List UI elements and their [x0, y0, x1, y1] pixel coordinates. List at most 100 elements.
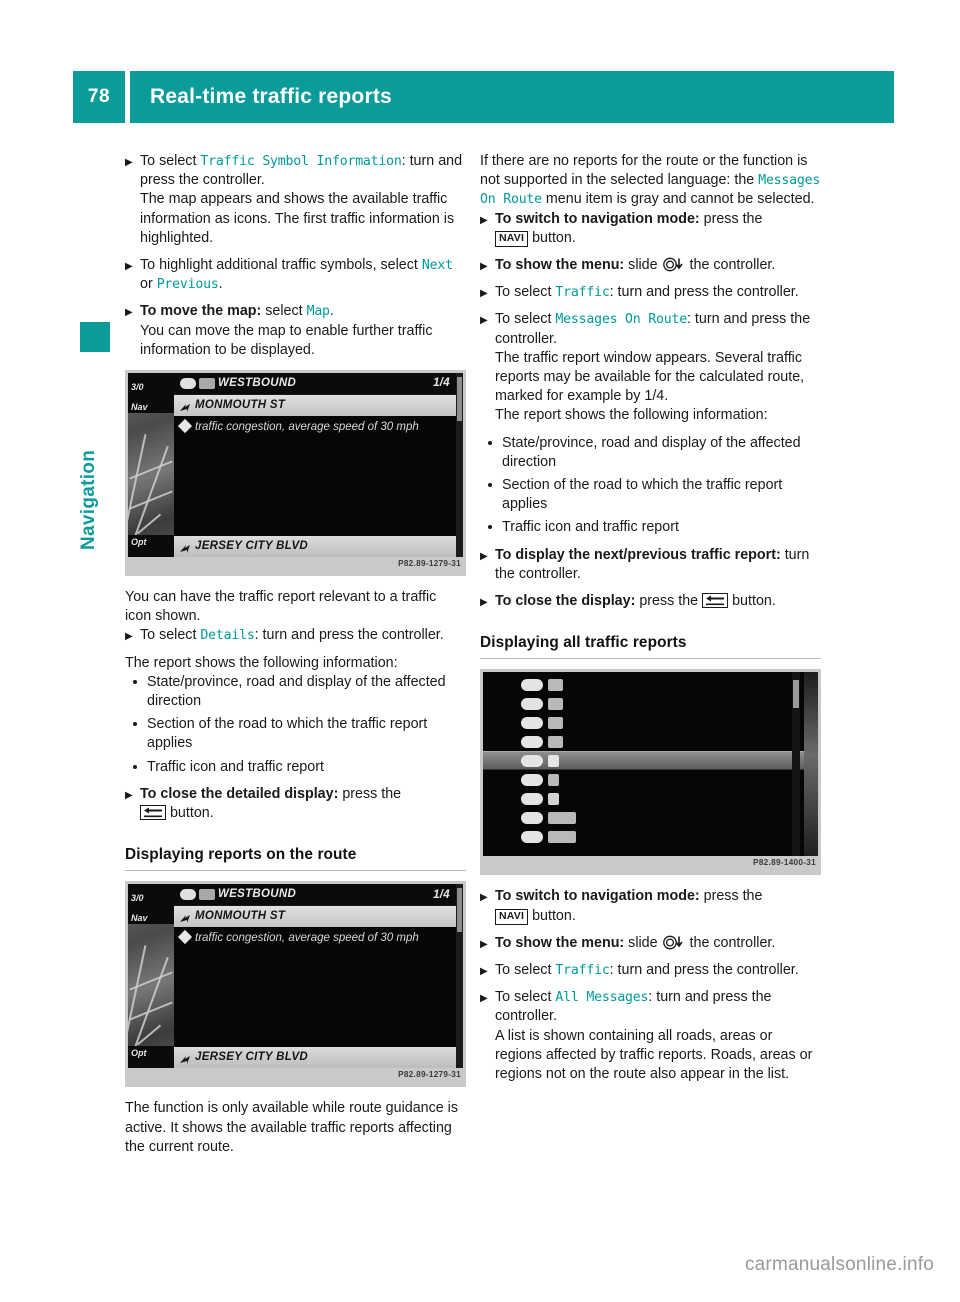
- route-shield-secondary-icon: [199, 378, 215, 390]
- step-text-after: the controller.: [685, 934, 776, 951]
- route-badge-icon: [548, 792, 559, 805]
- navi-button-icon[interactable]: NAVI: [495, 908, 529, 925]
- list-item[interactable]: [483, 732, 818, 751]
- list-item[interactable]: [483, 789, 818, 808]
- step-bold-lead: To display the next/previous traffic rep…: [495, 546, 781, 563]
- list-item[interactable]: [483, 827, 818, 846]
- list-item: Traffic icon and traffic report: [480, 518, 821, 537]
- step-text-after: : turn and press the controller.: [609, 284, 799, 301]
- list-item: Traffic icon and traffic report: [125, 758, 466, 777]
- step-text: press the: [635, 593, 703, 610]
- paragraph-relevant-report: You can have the traffic report relevant…: [125, 589, 437, 625]
- step-text: press the: [699, 888, 763, 905]
- step-arrow-icon: ▶: [480, 966, 488, 978]
- navi-button-icon[interactable]: NAVI: [495, 230, 529, 247]
- screen-scrollbar[interactable]: [456, 884, 463, 1069]
- list-item[interactable]: [483, 713, 818, 732]
- map-strip: 3/0 Nav Opt: [128, 373, 174, 558]
- figure-all-reports-list: P82.89-1400-31: [480, 669, 821, 876]
- step-detail: A list is shown containing all roads, ar…: [495, 1027, 813, 1083]
- state-pill-icon: [521, 697, 543, 710]
- direction-arrow-icon: [180, 542, 191, 553]
- step-bold-lead: To show the menu:: [495, 934, 625, 951]
- step-select-all-messages: ▶ To select All Messages: turn and press…: [480, 988, 821, 1084]
- report-page-indicator: 1/4: [433, 888, 450, 901]
- route-shield-icon: [180, 378, 196, 390]
- step-text: To select: [140, 153, 201, 169]
- map-label-opt: Opt: [131, 536, 147, 547]
- step-arrow-icon: ▶: [125, 789, 133, 801]
- step-arrow-icon: ▶: [480, 288, 488, 300]
- state-pill-icon: [521, 830, 543, 843]
- heading-displaying-all-traffic-reports: Displaying all traffic reports: [480, 633, 821, 660]
- report-header-row: WESTBOUND 1/4: [174, 884, 456, 907]
- step-detail: The traffic report window appears. Sever…: [495, 349, 805, 405]
- bullet-dot-icon: [488, 440, 492, 445]
- step-close-the-display: ▶ To close the display: press the button…: [480, 592, 821, 611]
- map-label-scale: 3/0: [131, 382, 144, 393]
- back-button-icon[interactable]: [702, 593, 729, 609]
- controller-slide-down-icon[interactable]: [662, 257, 686, 272]
- list-item-selected[interactable]: [483, 751, 818, 771]
- bullet-text: Traffic icon and traffic report: [147, 758, 324, 775]
- state-pill-icon: [521, 678, 543, 691]
- step-text: To highlight additional traffic symbols,…: [140, 257, 422, 274]
- congestion-icon: [177, 418, 193, 434]
- screen-scrollbar[interactable]: [456, 373, 463, 558]
- chapter-tab-marker: [80, 322, 110, 352]
- report-text: traffic congestion, average speed of 30 …: [174, 927, 456, 946]
- report-header-row: WESTBOUND 1/4: [174, 373, 456, 396]
- report-direction: WESTBOUND: [218, 376, 297, 389]
- figure-frame: 3/0 Nav Opt WESTBOUND 1/4 MONMOUTH ST tr…: [125, 370, 466, 577]
- bullet-text: Section of the road to which the traffic…: [147, 716, 428, 752]
- step-show-the-menu-2: ▶ To show the menu: slide the controller…: [480, 934, 821, 953]
- route-badge-icon: [548, 830, 576, 843]
- step-detail-2: The report shows the following informati…: [495, 407, 768, 424]
- step-arrow-icon: ▶: [480, 261, 488, 273]
- step-switch-to-navigation-mode-2: ▶ To switch to navigation mode: press th…: [480, 887, 821, 925]
- back-button-icon[interactable]: [140, 805, 166, 821]
- list-item: Section of the road to which the traffic…: [125, 715, 466, 753]
- step-arrow-icon: ▶: [480, 315, 488, 327]
- step-text: To select: [140, 627, 201, 644]
- route-badge-icon: [548, 735, 563, 748]
- congestion-icon: [177, 930, 193, 945]
- menu-item-previous: Previous: [156, 277, 219, 293]
- figure-caption-code: P82.89-1279-31: [398, 1070, 461, 1080]
- head-unit-screen: [483, 672, 818, 857]
- step-text: press the: [338, 785, 402, 802]
- road-name: MONMOUTH ST: [195, 398, 286, 411]
- step-text-after: button.: [528, 907, 576, 924]
- report-selected-road[interactable]: MONMOUTH ST: [174, 906, 456, 928]
- figure-traffic-detail-1: 3/0 Nav Opt WESTBOUND 1/4 MONMOUTH ST tr…: [125, 370, 466, 577]
- step-highlight-additional-symbols: ▶ To highlight additional traffic symbol…: [125, 256, 466, 294]
- map-label-nav: Nav: [131, 913, 148, 924]
- menu-item-all-messages: All Messages: [555, 990, 649, 1006]
- step-arrow-icon: ▶: [480, 993, 488, 1005]
- bullet-dot-icon: [133, 764, 137, 769]
- step-conjunction: or: [140, 276, 157, 293]
- head-unit-screen: 3/0 Nav Opt WESTBOUND 1/4 MONMOUTH ST tr…: [128, 373, 463, 558]
- step-select-messages-on-route: ▶ To select Messages On Route: turn and …: [480, 310, 821, 425]
- step-bold-lead: To show the menu:: [495, 257, 625, 274]
- step-arrow-icon: ▶: [125, 157, 133, 168]
- screen-scrollbar[interactable]: [792, 672, 800, 857]
- bullet-text: Traffic icon and traffic report: [502, 519, 679, 536]
- controller-slide-down-icon[interactable]: [662, 935, 686, 950]
- step-switch-to-navigation-mode: ▶ To switch to navigation mode: press th…: [480, 210, 821, 248]
- step-arrow-icon: ▶: [480, 550, 488, 562]
- route-badge-icon: [548, 697, 563, 710]
- state-pill-icon: [521, 754, 543, 767]
- report-selected-road[interactable]: MONMOUTH ST: [174, 395, 456, 417]
- list-item[interactable]: [483, 770, 818, 789]
- bullet-dot-icon: [488, 483, 492, 488]
- list-item[interactable]: [483, 694, 818, 713]
- paragraph-no-reports: If there are no reports for the route or…: [480, 152, 821, 210]
- figure-caption-code: P82.89-1400-31: [753, 858, 816, 868]
- list-item[interactable]: [483, 808, 818, 827]
- list-item: State/province, road and display of the …: [480, 434, 821, 472]
- menu-item-traffic: Traffic: [555, 285, 610, 301]
- manual-page: 78 Real-time traffic reports Navigation …: [0, 0, 960, 1302]
- site-watermark: carmanualsonline.info: [744, 1254, 934, 1275]
- list-item[interactable]: [483, 675, 818, 694]
